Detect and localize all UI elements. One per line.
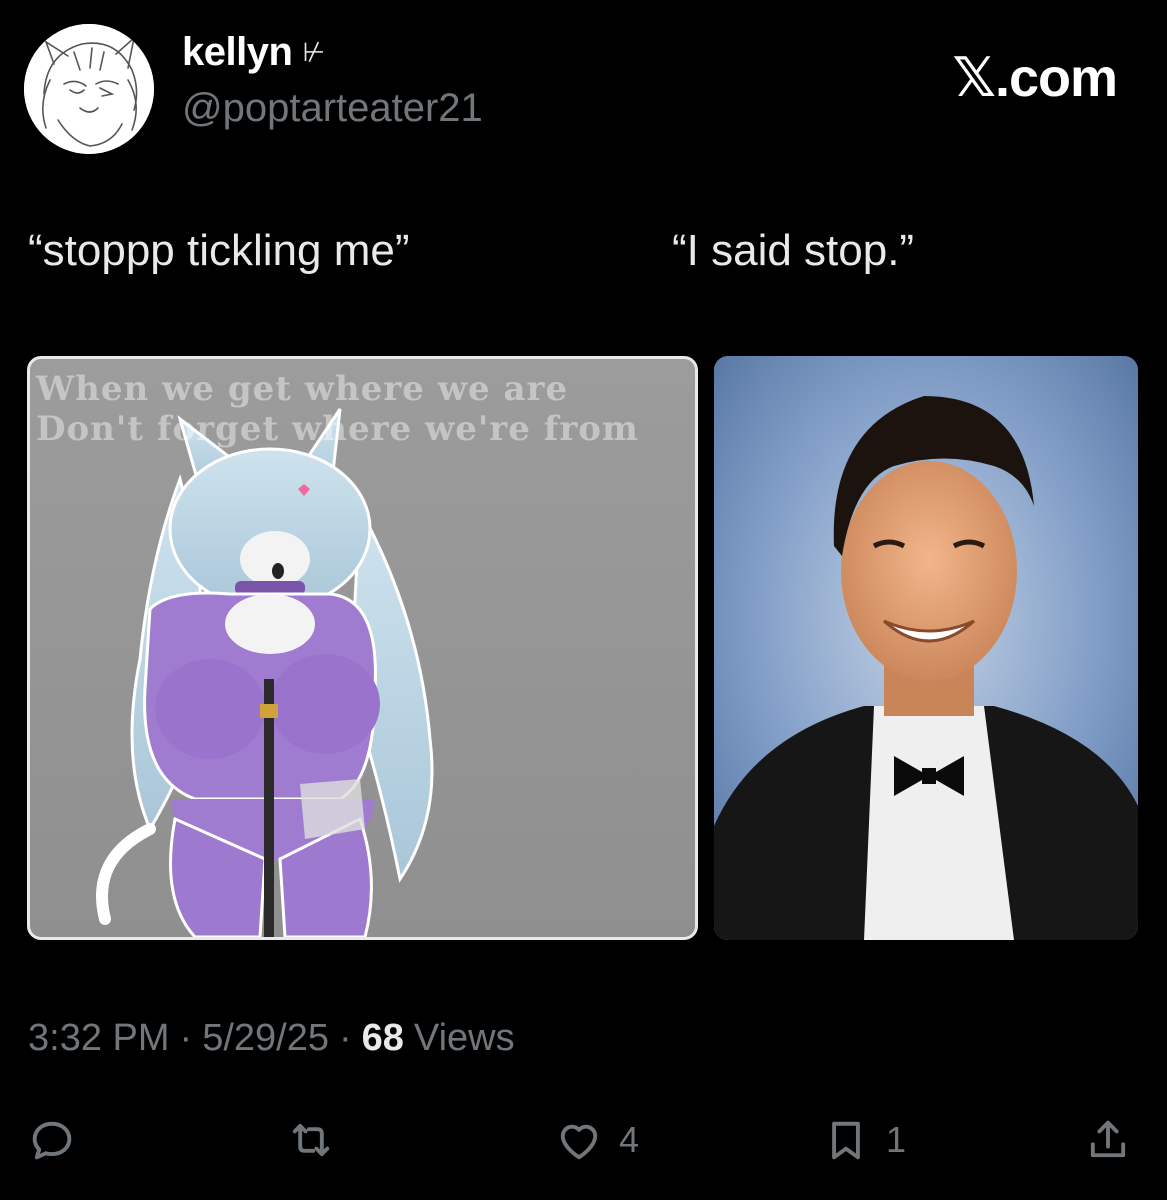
overlay-caption-line-1: When we get where we are	[36, 369, 569, 409]
meta-separator: ·	[179, 1017, 193, 1059]
share-button[interactable]	[1082, 1110, 1134, 1170]
repost-button[interactable]	[285, 1110, 351, 1170]
meta-separator: ·	[338, 1017, 352, 1059]
share-icon	[1090, 1120, 1126, 1158]
pronoun-icon: ⊬	[302, 37, 325, 67]
like-count: 4	[619, 1119, 640, 1160]
reply-icon	[32, 1121, 72, 1160]
action-bar: 4 1	[0, 1110, 1167, 1170]
yearbook-portrait-photo-icon	[714, 356, 1138, 940]
heart-icon	[560, 1124, 598, 1160]
x-logo-label: 𝕏.com	[952, 48, 1118, 108]
like-button[interactable]: 4	[553, 1110, 639, 1170]
avatar-sketch-icon	[24, 24, 154, 154]
bookmark-count: 1	[886, 1119, 907, 1160]
repost-icon	[292, 1123, 330, 1157]
tweet-meta: 3:32 PM · 5/29/25 · 68 Views	[28, 1017, 515, 1060]
media-image-left[interactable]: When we get where we are Don't forget wh…	[27, 356, 698, 940]
media-image-right[interactable]	[714, 356, 1138, 940]
author-display-name-row[interactable]: kellyn ⊬	[182, 30, 325, 75]
tweet-time[interactable]: 3:32 PM	[28, 1017, 170, 1060]
avatar[interactable]	[24, 24, 154, 154]
bookmark-button[interactable]: 1	[820, 1110, 906, 1170]
caption-left: “stoppp tickling me”	[28, 226, 410, 275]
views-count: 68	[361, 1017, 404, 1059]
caption-right: “I said stop.”	[672, 226, 915, 275]
views-label: Views	[413, 1017, 515, 1059]
reply-button[interactable]	[26, 1110, 92, 1170]
tweet-date[interactable]: 5/29/25	[202, 1017, 329, 1060]
overlay-caption-line-2: Don't forget where we're from	[36, 409, 639, 449]
bookmark-icon	[832, 1121, 860, 1160]
author-display-name[interactable]: kellyn	[182, 30, 293, 75]
author-handle[interactable]: @poptarteater21	[182, 86, 483, 131]
